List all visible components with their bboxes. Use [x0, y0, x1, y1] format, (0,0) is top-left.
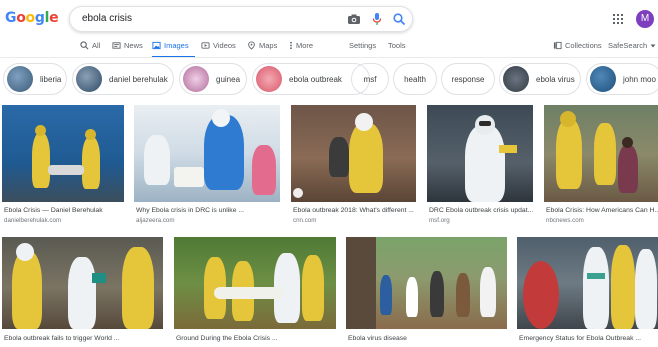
apps-grid-icon[interactable] — [613, 14, 623, 24]
result-source: cnn.com — [293, 217, 317, 224]
search-box[interactable]: ebola crisis — [69, 6, 413, 32]
tab-label: Videos — [213, 41, 236, 50]
chip-thumbnail — [503, 66, 529, 92]
camera-icon[interactable] — [347, 12, 361, 26]
chip-label: ebola virus — [536, 74, 575, 84]
result-thumbnail — [2, 237, 163, 329]
more-vertical-icon — [290, 41, 292, 50]
chip-daniel-berehulak[interactable]: daniel berehulak — [72, 63, 174, 95]
result-caption: Emergency Status for Ebola Outbreak ... — [519, 335, 642, 342]
search-input[interactable]: ebola crisis — [82, 13, 132, 24]
tab-label: Maps — [259, 41, 278, 50]
tab-label: Images — [164, 41, 189, 50]
map-pin-icon — [248, 41, 255, 50]
image-icon — [152, 41, 161, 50]
image-result[interactable]: Ground During the Ebola Crisis ... — [174, 237, 336, 347]
chip-label: liberia — [40, 74, 62, 84]
result-thumbnail — [291, 105, 416, 202]
video-icon — [201, 42, 210, 49]
safesearch-toggle[interactable]: SafeSearch — [608, 41, 656, 50]
search-tabs: All News Images Videos Maps More Setting… — [0, 39, 658, 58]
image-result[interactable]: Ebola Crisis — Daniel Berehulak danielbe… — [2, 105, 124, 227]
chip-guinea[interactable]: guinea — [179, 63, 247, 95]
image-result[interactable]: Ebola outbreak fails to trigger World ..… — [2, 237, 163, 347]
settings-link[interactable]: Settings — [349, 41, 376, 50]
image-result[interactable]: Emergency Status for Ebola Outbreak ... — [517, 237, 658, 347]
chip-thumbnail — [256, 66, 282, 92]
result-caption: Ebola Crisis — Daniel Berehulak — [4, 207, 103, 214]
result-caption: Ebola outbreak 2018: What's different ..… — [293, 207, 414, 214]
tab-more[interactable]: More — [289, 41, 313, 50]
chip-label: response — [451, 74, 485, 84]
chevron-down-icon — [650, 44, 656, 47]
newspaper-icon — [112, 42, 121, 49]
image-result[interactable]: Ebola virus disease — [346, 237, 507, 347]
tab-images[interactable]: Images — [152, 41, 189, 50]
related-searches: liberia daniel berehulak guinea ebola ou… — [0, 63, 658, 97]
chip-thumbnail — [76, 66, 102, 92]
chip-liberia[interactable]: liberia — [3, 63, 67, 95]
result-thumbnail — [544, 105, 658, 202]
result-source: aljazeera.com — [136, 217, 175, 224]
microphone-icon[interactable] — [370, 12, 384, 26]
image-result[interactable]: Ebola outbreak 2018: What's different ..… — [291, 105, 416, 227]
chip-msf[interactable]: msf — [351, 63, 389, 95]
image-result[interactable]: DRC Ebola outbreak crisis updat... msf.o… — [427, 105, 533, 227]
tab-label: All — [92, 41, 101, 50]
chip-label: health — [404, 74, 426, 84]
chip-label: ebola outbreak — [289, 74, 342, 84]
image-result[interactable]: Why Ebola crisis in DRC is unlike ... al… — [134, 105, 280, 227]
result-thumbnail — [427, 105, 533, 202]
collections-link[interactable]: Collections — [553, 41, 602, 50]
result-caption: Why Ebola crisis in DRC is unlike ... — [136, 207, 245, 214]
result-caption: Ebola outbreak fails to trigger World ..… — [4, 335, 120, 342]
chip-ebola-virus[interactable]: ebola virus — [499, 63, 581, 95]
avatar[interactable]: M — [636, 10, 654, 28]
logo-letter: G — [5, 10, 17, 26]
chip-thumbnail — [7, 66, 33, 92]
logo-letter: g — [34, 10, 45, 26]
tab-label: News — [124, 41, 143, 50]
chip-label: john moo — [623, 74, 656, 84]
result-caption: DRC Ebola outbreak crisis updat... — [429, 207, 533, 214]
result-caption: Ebola Crisis: How Americans Can H... — [546, 207, 658, 214]
tools-label: Tools — [388, 41, 406, 50]
settings-label: Settings — [349, 41, 377, 50]
tab-news[interactable]: News — [112, 41, 143, 50]
search-icon — [80, 41, 89, 50]
chip-label: daniel berehulak — [109, 74, 168, 84]
result-caption: Ground During the Ebola Crisis ... — [176, 335, 278, 342]
tab-all[interactable]: All — [80, 41, 100, 50]
search-icon[interactable] — [392, 12, 406, 26]
logo-letter: o — [16, 10, 26, 26]
result-thumbnail — [2, 105, 124, 202]
result-source: danielberehulak.com — [4, 217, 62, 224]
google-logo[interactable]: Google — [5, 10, 59, 26]
result-caption: Ebola virus disease — [348, 335, 407, 342]
tab-videos[interactable]: Videos — [201, 41, 236, 50]
logo-letter: e — [49, 10, 59, 26]
header-divider — [0, 57, 658, 58]
tools-link[interactable]: Tools — [388, 41, 406, 50]
result-source: nbcnews.com — [546, 217, 584, 224]
result-thumbnail — [346, 237, 507, 329]
collections-label: Collections — [565, 41, 602, 50]
result-thumbnail — [174, 237, 336, 329]
safesearch-label: SafeSearch — [608, 41, 648, 50]
logo-letter: o — [25, 10, 36, 26]
result-source: msf.org — [429, 217, 450, 224]
tab-maps[interactable]: Maps — [247, 41, 277, 50]
chip-response[interactable]: response — [441, 63, 495, 95]
image-result[interactable]: Ebola Crisis: How Americans Can H... nbc… — [544, 105, 658, 227]
chip-health[interactable]: health — [393, 63, 437, 95]
result-thumbnail — [517, 237, 658, 329]
chip-label: msf — [363, 74, 377, 84]
chip-thumbnail — [590, 66, 616, 92]
tab-label: More — [296, 41, 314, 50]
collections-icon — [553, 41, 562, 50]
chip-john-moore[interactable]: john moo — [586, 63, 658, 95]
chip-label: guinea — [216, 74, 241, 84]
result-thumbnail — [134, 105, 280, 202]
chip-thumbnail — [183, 66, 209, 92]
